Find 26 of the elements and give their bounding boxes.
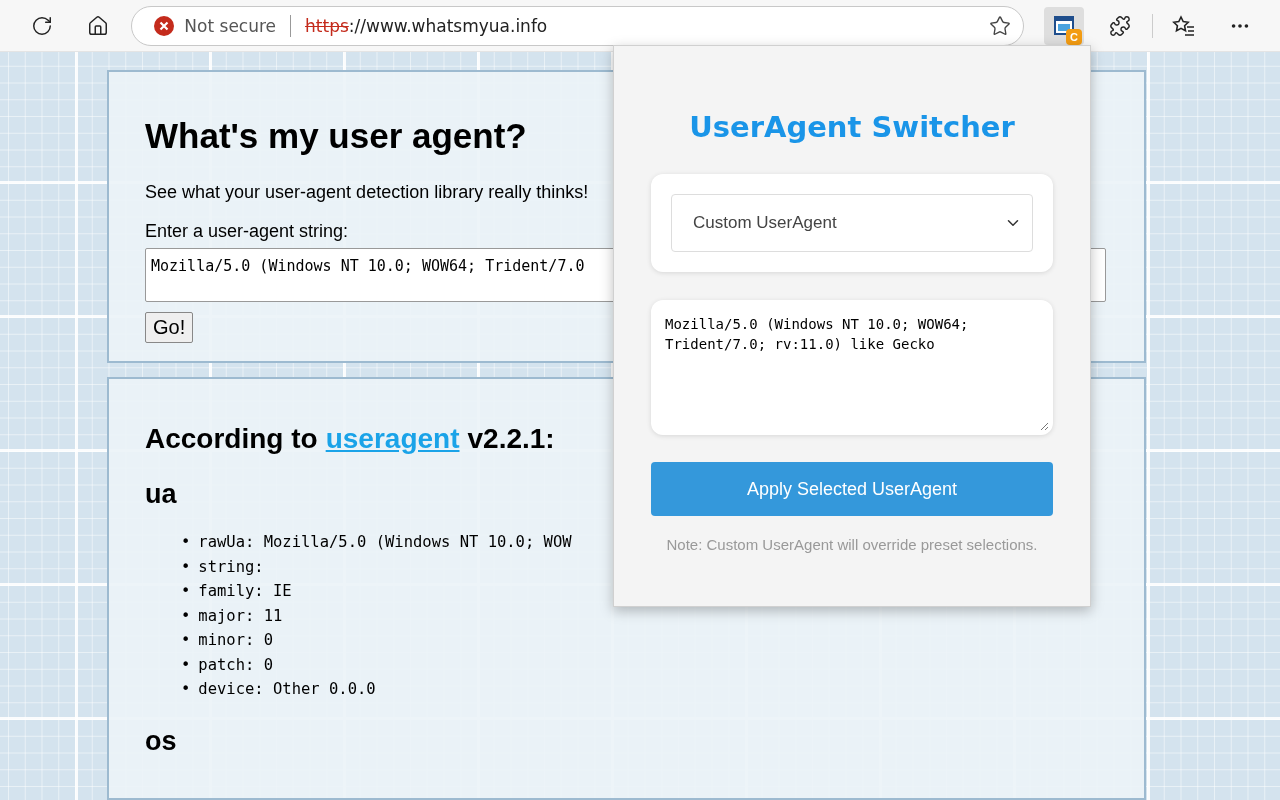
bullet: • — [181, 605, 191, 627]
result-item: minor: 0 — [198, 630, 273, 651]
bullet: • — [181, 556, 191, 578]
section-heading: ua — [145, 479, 177, 510]
input-label: Enter a user-agent string: — [145, 221, 349, 242]
result-item: major: 11 — [198, 605, 283, 627]
result-item: device: Other 0.0.0 — [198, 679, 376, 700]
bullet: • — [181, 532, 191, 553]
bullet: • — [181, 630, 191, 651]
result-item: rawUa: Mozilla/5.0 (Windows NT 10.0; WOW — [198, 532, 572, 553]
popup-title: UserAgent Switcher — [688, 110, 1016, 144]
section-heading: os — [145, 725, 177, 757]
result-item: string: — [198, 556, 264, 578]
result-item: patch: 0 — [198, 654, 273, 676]
url-text: https://www.whatsmyua.info — [305, 15, 549, 36]
bullet: • — [181, 654, 191, 676]
extension-badge: C — [1066, 28, 1082, 45]
version-text: v2.2.1: — [467, 423, 555, 455]
bullet: • — [181, 679, 191, 700]
popup-note: Note: Custom UserAgent will override preset selections. — [666, 536, 1038, 553]
page-subtitle: See what your user-agent detection library really thinks! — [145, 182, 589, 203]
result-item: family: IE — [198, 581, 292, 602]
page-title: What's my user agent? — [145, 116, 527, 156]
results-heading: According to — [145, 423, 318, 455]
security-label: Not secure — [184, 15, 277, 36]
bullet: • — [181, 581, 191, 602]
